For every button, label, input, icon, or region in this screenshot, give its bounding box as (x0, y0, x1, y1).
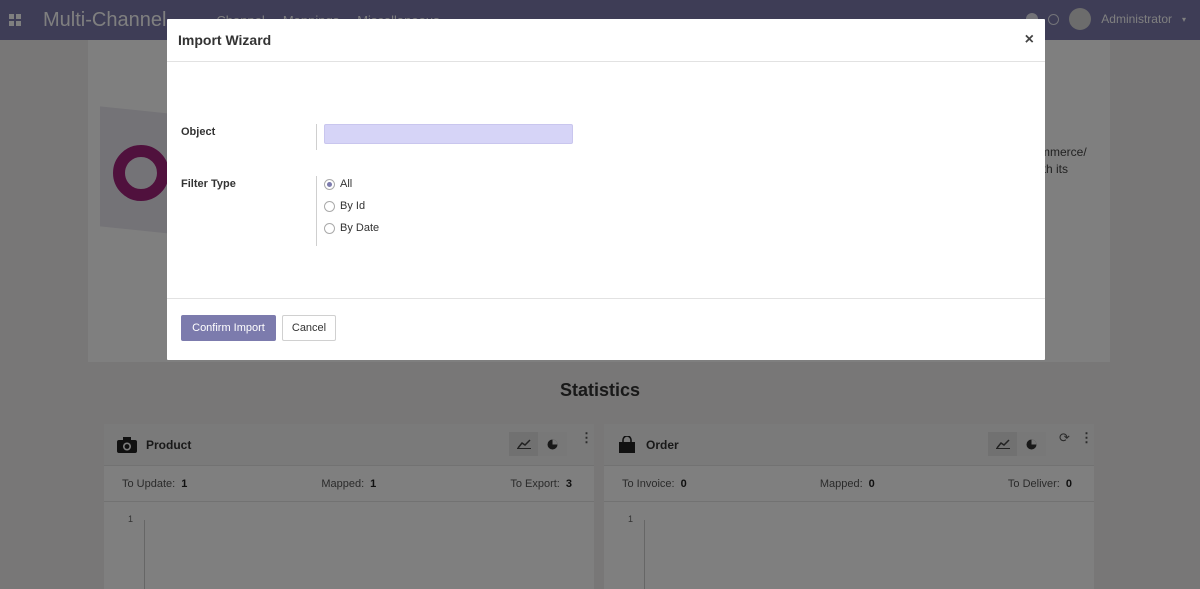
field-divider (316, 176, 317, 246)
filter-option-all[interactable]: All (324, 178, 352, 190)
close-icon[interactable]: × (1025, 31, 1034, 49)
filter-type-label: Filter Type (181, 178, 236, 190)
filter-option-by-id[interactable]: By Id (324, 200, 365, 212)
modal-footer: Confirm Import Cancel (167, 298, 1045, 360)
object-label: Object (181, 126, 216, 138)
radio-by-date[interactable] (324, 222, 335, 234)
import-wizard-dialog: Import Wizard × Object Filter Type All B… (167, 19, 1045, 360)
confirm-import-button[interactable]: Confirm Import (181, 315, 276, 341)
cancel-button[interactable]: Cancel (282, 315, 336, 341)
radio-label: All (340, 178, 353, 190)
radio-by-id[interactable] (324, 200, 335, 212)
filter-option-by-date[interactable]: By Date (324, 222, 379, 234)
modal-header: Import Wizard (167, 19, 1045, 62)
radio-label: By Id (340, 200, 366, 212)
field-divider (316, 124, 317, 150)
modal-title: Import Wizard (178, 32, 272, 48)
radio-all[interactable] (324, 178, 335, 190)
object-select-field[interactable] (324, 124, 573, 144)
radio-label: By Date (340, 222, 380, 234)
